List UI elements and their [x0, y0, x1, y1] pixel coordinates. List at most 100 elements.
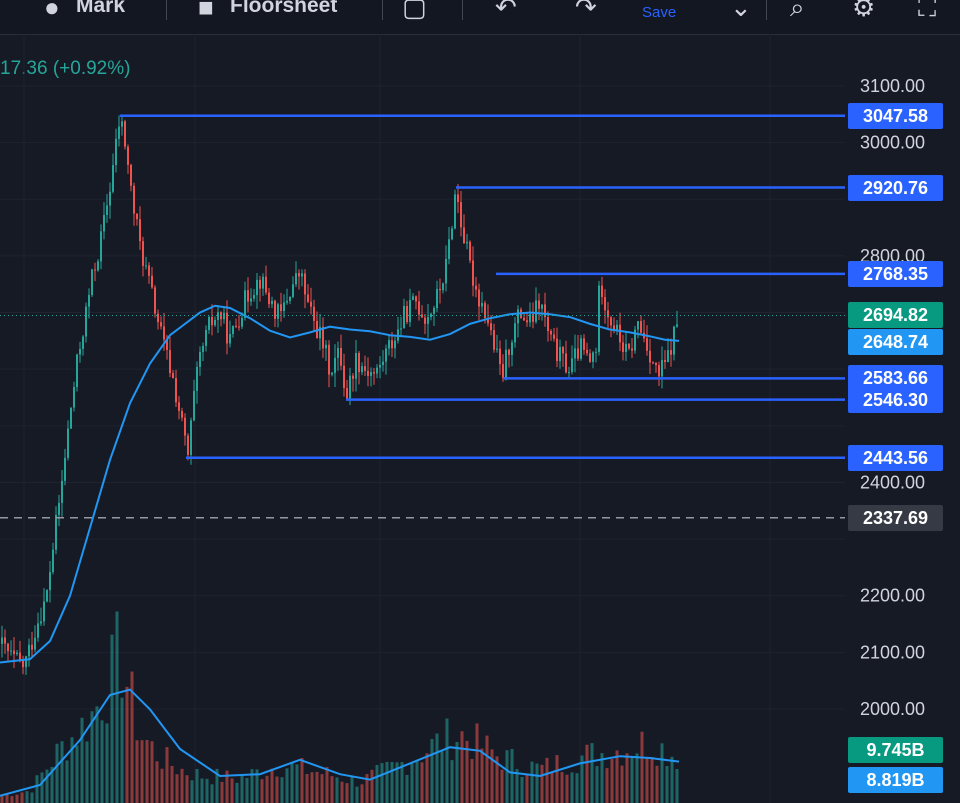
- candle-body: [310, 301, 312, 307]
- candle-body: [508, 349, 510, 355]
- volume-bar: [570, 772, 574, 803]
- candle-body: [31, 644, 33, 650]
- candle-body: [451, 228, 453, 240]
- candle-body: [478, 289, 480, 307]
- volume-bar: [505, 750, 509, 803]
- candle-body: [667, 350, 669, 362]
- candle-body: [73, 387, 75, 408]
- candle-body: [91, 269, 93, 295]
- candle-body: [124, 121, 126, 147]
- candle-body: [313, 306, 315, 321]
- candle-body: [175, 378, 177, 403]
- candle-body: [238, 326, 240, 328]
- volume-bar: [520, 776, 524, 803]
- candle-body: [43, 601, 45, 622]
- candle-body: [385, 348, 387, 362]
- volume-bar: [340, 781, 344, 803]
- candle-body: [535, 300, 537, 322]
- candle-body: [406, 306, 408, 322]
- volume-bar: [10, 796, 14, 803]
- candle-body: [661, 360, 663, 377]
- candle-body: [271, 300, 273, 305]
- candle-body: [169, 349, 171, 374]
- volume-bar: [295, 764, 299, 803]
- volume-bar: [55, 743, 59, 803]
- candle-body: [592, 352, 594, 362]
- candle-body: [649, 350, 651, 363]
- candle-body: [379, 364, 381, 368]
- candle-body: [412, 296, 414, 300]
- volume-bar: [400, 762, 404, 803]
- candle-body: [298, 273, 300, 277]
- candle-body: [229, 333, 231, 344]
- volume-bar: [5, 793, 9, 803]
- candle-body: [601, 285, 603, 298]
- candle-body: [109, 191, 111, 206]
- candle-body: [361, 366, 363, 373]
- candle-body: [448, 239, 450, 259]
- volume-bar: [440, 751, 444, 803]
- candle-body: [529, 314, 531, 323]
- candle-body: [466, 241, 468, 244]
- candle-body: [178, 402, 180, 411]
- volume-bar: [290, 762, 294, 803]
- candle-body: [340, 348, 342, 366]
- candle-body: [292, 284, 294, 297]
- candle-body: [355, 352, 357, 379]
- candle-body: [142, 241, 144, 266]
- volume-bar: [615, 750, 619, 803]
- candle-body: [454, 194, 456, 229]
- candle-body: [376, 367, 378, 374]
- candle-body: [151, 275, 153, 288]
- candle-body: [145, 265, 147, 267]
- candle-body: [214, 319, 216, 326]
- candle-body: [277, 304, 279, 319]
- candle-body: [106, 205, 108, 215]
- candle-body: [274, 300, 276, 319]
- candle-body: [280, 304, 282, 312]
- candle-body: [88, 294, 90, 307]
- candle-body: [655, 363, 657, 366]
- candle-body: [226, 312, 228, 344]
- y-axis-tick-label: 3000.00: [860, 133, 925, 153]
- y-axis-tick-label: 2400.00: [860, 472, 925, 492]
- candle-body: [139, 219, 141, 242]
- candle-body: [337, 348, 339, 358]
- volume-bar: [550, 772, 554, 803]
- candle-body: [118, 126, 120, 139]
- candle-body: [349, 375, 351, 399]
- volume-bar: [610, 759, 614, 803]
- volume-bar: [15, 794, 19, 803]
- candle-body: [19, 652, 21, 661]
- volume-bar: [150, 741, 154, 803]
- volume-bar: [420, 762, 424, 803]
- candle-body: [232, 325, 234, 334]
- volume-bar: [455, 741, 459, 803]
- volume-bar: [535, 763, 539, 803]
- candle-body: [514, 323, 516, 343]
- y-axis-tick-label: 2200.00: [860, 586, 925, 606]
- candle-body: [658, 365, 660, 377]
- volume-bar: [40, 772, 44, 803]
- candle-body: [121, 121, 123, 127]
- candle-body: [82, 336, 84, 349]
- volume-bar: [320, 774, 324, 803]
- candle-body: [37, 623, 39, 638]
- line-price-tag: 2920.76: [848, 174, 943, 201]
- volume-bar: [160, 768, 164, 803]
- volume-bar: [275, 776, 279, 803]
- candle-body: [370, 372, 372, 376]
- candle-body: [568, 371, 570, 373]
- candle-body: [259, 279, 261, 289]
- volume-bar: [330, 776, 334, 803]
- volume-bar: [595, 766, 599, 803]
- volume-bar: [430, 738, 434, 803]
- candle-body: [55, 514, 57, 550]
- candle-body: [112, 165, 114, 192]
- volume-bar: [220, 781, 224, 803]
- candle-body: [646, 338, 648, 351]
- candle-body: [199, 351, 201, 367]
- price-chart[interactable]: 3100.003000.002800.002400.002200.002100.…: [0, 0, 960, 803]
- candle-body: [502, 364, 504, 378]
- candle-body: [127, 146, 129, 165]
